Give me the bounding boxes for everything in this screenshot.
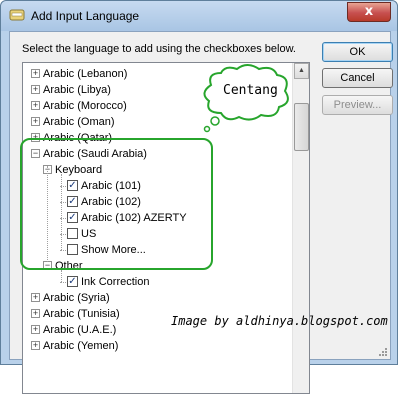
tree-row[interactable]: − Arabic (Saudi Arabia) <box>23 146 291 162</box>
watermark: Image by aldhinya.blogspot.com <box>171 314 388 328</box>
tree-item-label: Arabic (102) <box>81 196 141 208</box>
checked-checkbox-icon[interactable]: ✓ <box>67 276 78 287</box>
tree-row[interactable]: Show More... <box>23 242 291 258</box>
tree-row[interactable]: ✓ Ink Correction <box>23 274 291 290</box>
tree-item-label: Arabic (Libya) <box>43 84 111 96</box>
tree-row[interactable]: US <box>23 226 291 242</box>
ok-button[interactable]: OK <box>322 42 393 62</box>
callout-text: Centang <box>223 83 278 98</box>
tree-item-label: Other <box>55 260 83 272</box>
tree-item-label: Show More... <box>81 244 146 256</box>
resize-grip-icon[interactable] <box>377 346 387 356</box>
tree-item-label: Arabic (Saudi Arabia) <box>43 148 147 160</box>
tree-item-label: Keyboard <box>55 164 103 176</box>
cancel-button[interactable]: Cancel <box>322 68 393 88</box>
expand-icon[interactable]: + <box>31 101 40 110</box>
checked-checkbox-icon[interactable]: ✓ <box>67 212 78 223</box>
tree-row[interactable]: + Arabic (Yemen) <box>23 338 291 354</box>
callout-bubble <box>203 64 289 133</box>
tree-item-label: Ink Correction <box>81 276 150 288</box>
tree-item-label: Arabic (Syria) <box>43 292 110 304</box>
tree-item-label: Arabic (Lebanon) <box>43 68 128 80</box>
keyboard-language-icon <box>9 9 25 21</box>
tree-item-label: Arabic (101) <box>81 180 141 192</box>
tree-row[interactable]: ✓ Arabic (102) <box>23 194 291 210</box>
tree-row[interactable]: ✓ Arabic (101) <box>23 178 291 194</box>
tree-item-label: Arabic (Yemen) <box>43 340 119 352</box>
collapse-icon[interactable]: − <box>31 149 40 158</box>
expand-icon[interactable]: + <box>31 293 40 302</box>
tree-item-label: Arabic (Qatar) <box>43 132 113 144</box>
expand-icon[interactable]: + <box>31 117 40 126</box>
tree-row[interactable]: − Other <box>23 258 291 274</box>
expand-icon[interactable]: + <box>31 325 40 334</box>
tree-item-label: Arabic (U.A.E.) <box>43 324 117 336</box>
close-button[interactable]: x <box>347 2 391 22</box>
checked-checkbox-icon[interactable]: ✓ <box>67 180 78 191</box>
expand-icon[interactable]: + <box>31 85 40 94</box>
preview-button[interactable]: Preview... <box>322 95 393 115</box>
tree-item-label: US <box>81 228 97 240</box>
dialog-title: Add Input Language <box>31 9 140 23</box>
tree-item-label: Arabic (102) AZERTY <box>81 212 187 224</box>
expand-icon[interactable]: + <box>31 309 40 318</box>
tree-connector <box>61 270 62 282</box>
expand-icon[interactable]: + <box>31 133 40 142</box>
tree-connector <box>47 166 48 262</box>
tree-item-label: Arabic (Tunisia) <box>43 308 120 320</box>
tree-row[interactable]: + Arabic (Syria) <box>23 290 291 306</box>
tree-connector <box>60 250 66 251</box>
tree-connector <box>60 282 66 283</box>
tree-item-label: Arabic (Oman) <box>43 116 115 128</box>
expand-icon[interactable]: + <box>31 69 40 78</box>
expand-icon[interactable]: + <box>31 341 40 350</box>
unchecked-checkbox-icon[interactable] <box>67 228 78 239</box>
tree-row[interactable]: − Keyboard <box>23 162 291 178</box>
tree-row[interactable]: ✓ Arabic (102) AZERTY <box>23 210 291 226</box>
tree-item-label: Arabic (Morocco) <box>43 100 127 112</box>
checked-checkbox-icon[interactable]: ✓ <box>67 196 78 207</box>
add-input-language-dialog: Add Input Language x Select the language… <box>0 0 398 394</box>
collapse-icon[interactable]: − <box>43 261 52 270</box>
title-bar[interactable]: Add Input Language x <box>1 1 397 31</box>
instruction-text: Select the language to add using the che… <box>22 43 296 55</box>
tree-connector <box>61 174 62 250</box>
unchecked-checkbox-icon[interactable] <box>67 244 78 255</box>
